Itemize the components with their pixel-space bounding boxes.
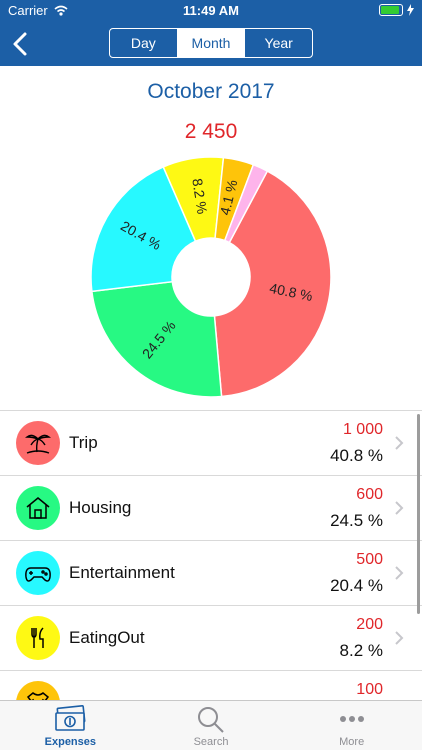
category-amount: 200 [356, 616, 383, 633]
category-name: Entertainment [69, 563, 175, 582]
segment-year[interactable]: Year [245, 29, 312, 57]
fork-knife-icon [31, 627, 44, 648]
category-name: EatingOut [69, 628, 145, 647]
expense-donut-chart: 40.8 %24.5 %20.4 %8.2 % 4.1 % [90, 156, 332, 398]
tab-label: Search [193, 736, 229, 748]
nav-header: Carrier 11:49 AM Day Month Year [0, 0, 422, 66]
tab-more[interactable]: More [281, 701, 422, 750]
search-icon [198, 707, 224, 733]
tab-expenses[interactable]: Expenses [0, 701, 141, 750]
segment-day[interactable]: Day [110, 29, 178, 57]
back-chevron-icon[interactable] [8, 30, 34, 58]
category-row-entertainment[interactable]: Entertainment 500 20.4 % [0, 540, 422, 605]
charging-icon [407, 4, 414, 16]
category-icon-circle [16, 421, 60, 465]
category-list: Trip 1 000 40.8 % Housing 600 24.5 % Ent… [0, 410, 422, 735]
category-amount: 100 [356, 681, 383, 698]
chevron-right-icon [395, 566, 404, 580]
tab-label: More [339, 736, 365, 748]
category-icon-circle [16, 486, 60, 530]
total-amount: 2 450 [184, 120, 238, 143]
segment-month[interactable]: Month [177, 29, 246, 57]
category-icon-circle [16, 551, 60, 595]
category-amount: 600 [356, 486, 383, 503]
battery-indicator [379, 4, 414, 16]
battery-icon [379, 4, 403, 16]
more-icon [339, 716, 364, 722]
period-segmented-control: Day Month Year [109, 28, 313, 58]
category-amount: 500 [356, 551, 383, 568]
money-icon [55, 705, 86, 731]
category-percent: 20.4 % [330, 576, 383, 595]
category-icon-circle [16, 616, 60, 660]
category-percent: 40.8 % [330, 446, 383, 465]
chevron-right-icon [395, 631, 404, 645]
category-row-trip[interactable]: Trip 1 000 40.8 % [0, 410, 422, 475]
category-percent: 24.5 % [330, 511, 383, 530]
status-time: 11:49 AM [183, 3, 239, 18]
category-row-housing[interactable]: Housing 600 24.5 % [0, 475, 422, 540]
period-title: October 2017 [147, 80, 275, 103]
chevron-right-icon [395, 436, 404, 450]
category-percent: 8.2 % [339, 641, 383, 660]
chevron-right-icon [395, 501, 404, 515]
status-bar: Carrier 11:49 AM [0, 0, 422, 22]
tab-search[interactable]: Search [141, 701, 282, 750]
category-name: Trip [69, 433, 98, 452]
category-amount: 1 000 [342, 421, 383, 438]
tab-label: Expenses [44, 736, 97, 748]
palm-tree-icon [25, 434, 51, 454]
gamepad-icon [25, 567, 51, 582]
category-row-eatingout[interactable]: EatingOut 200 8.2 % [0, 605, 422, 670]
category-name: Housing [69, 498, 132, 517]
tab-bar: Expenses Search More [0, 700, 422, 750]
scrollbar[interactable] [417, 414, 420, 614]
house-icon [26, 497, 50, 519]
